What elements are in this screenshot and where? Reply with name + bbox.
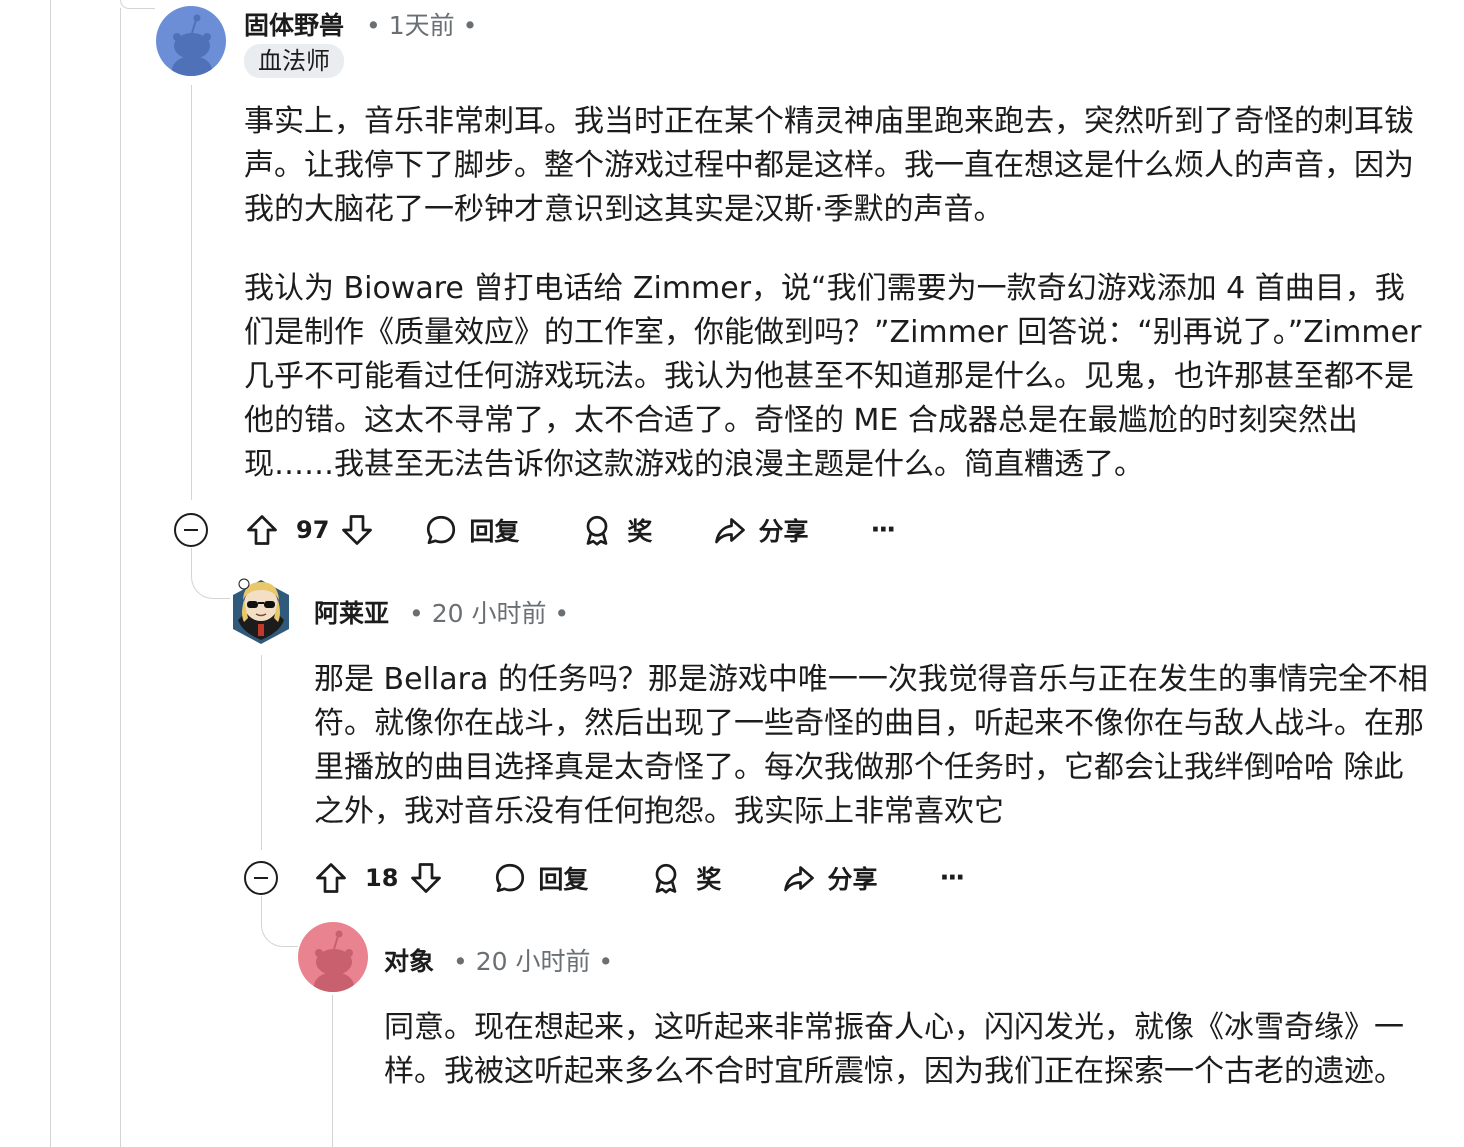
thread-line-comment1: [191, 85, 192, 500]
meta-dot: •: [598, 947, 614, 976]
comment-author[interactable]: 阿莱亚: [314, 594, 389, 630]
comment-paragraph: 我认为 Bioware 曾打电话给 Zimmer，说“我们需要为一款奇幻游戏添加…: [244, 271, 1422, 482]
collapse-button[interactable]: [244, 861, 278, 895]
comment-body: 事实上，音乐非常刺耳。我当时正在某个精灵神庙里跑来跑去，突然听到了奇怪的刺耳钹声…: [244, 100, 1429, 487]
avatar[interactable]: [298, 922, 368, 992]
comment-actions: 18 回复 奖 分享 ···: [313, 853, 965, 903]
meta-dot: •: [366, 11, 381, 40]
vote-count: 18: [365, 864, 399, 892]
share-button[interactable]: 分享: [781, 860, 877, 896]
snoo-avatar-icon: [233, 578, 289, 644]
snoo-avatar-icon: [314, 930, 354, 992]
comment-meta: • 1天前 •: [366, 6, 477, 42]
award-label: 奖: [627, 517, 653, 546]
reply-label: 回复: [469, 517, 520, 546]
downvote-icon: [342, 515, 373, 545]
thread-connector-3: [261, 896, 298, 947]
share-button[interactable]: 分享: [712, 512, 808, 548]
collapse-icon: [254, 877, 268, 879]
thread-connector-2: [191, 548, 230, 599]
upvote-button[interactable]: [244, 512, 280, 548]
more-options-button[interactable]: ···: [939, 863, 965, 893]
comment-paragraph: 事实上，音乐非常刺耳。我当时正在某个精灵神庙里跑来跑去，突然听到了奇怪的刺耳钹声…: [244, 104, 1414, 227]
more-icon: ···: [870, 515, 896, 545]
meta-dot: •: [453, 947, 468, 976]
comment-body: 那是 Bellara 的任务吗？那是游戏中唯一一次我觉得音乐与正在发生的事情完全…: [314, 658, 1429, 834]
avatar[interactable]: [156, 6, 226, 76]
comment-timestamp[interactable]: 20 小时前: [432, 599, 547, 628]
avatar[interactable]: [230, 574, 292, 646]
comment-timestamp[interactable]: 20 小时前: [476, 947, 591, 976]
comment-paragraph: 同意。现在想起来，这听起来非常振奋人心，闪闪发光，就像《冰雪奇缘》一样。我被这听…: [384, 1010, 1404, 1089]
upvote-button[interactable]: [313, 860, 349, 896]
thread-line-level1: [120, 8, 121, 1147]
comment-author[interactable]: 对象: [384, 942, 434, 978]
snoo-avatar-icon: [172, 14, 212, 76]
collapse-button[interactable]: [174, 513, 208, 547]
comment-meta: • 20 小时前 •: [453, 942, 613, 978]
reply-button[interactable]: 回复: [423, 512, 519, 548]
reply-label: 回复: [538, 865, 589, 894]
share-label: 分享: [827, 865, 878, 894]
reply-button[interactable]: 回复: [492, 860, 588, 896]
share-icon: [715, 518, 746, 544]
downvote-button[interactable]: [408, 860, 444, 896]
award-button[interactable]: 奖: [579, 512, 652, 548]
comment-timestamp[interactable]: 1天前: [389, 11, 455, 40]
upvote-icon: [247, 515, 277, 545]
upvote-icon: [316, 863, 346, 893]
comment-author[interactable]: 固体野兽: [244, 6, 344, 42]
downvote-icon: [411, 863, 442, 893]
comment-paragraph: 那是 Bellara 的任务吗？那是游戏中唯一一次我觉得音乐与正在发生的事情完全…: [314, 662, 1428, 829]
thread-line-outer: [50, 0, 51, 1147]
award-button[interactable]: 奖: [648, 860, 721, 896]
share-icon: [784, 866, 815, 892]
comment-actions: 97 回复 奖 分享 ···: [244, 505, 896, 555]
more-options-button[interactable]: ···: [870, 515, 896, 545]
thread-connector-top: [120, 0, 155, 9]
vote-count: 97: [296, 516, 330, 544]
thread-line-comment3: [332, 995, 333, 1147]
user-flair: 血法师: [244, 44, 344, 78]
award-label: 奖: [696, 865, 722, 894]
comment-body: 同意。现在想起来，这听起来非常振奋人心，闪闪发光，就像《冰雪奇缘》一样。我被这听…: [384, 1006, 1419, 1094]
comment-icon: [496, 863, 525, 893]
award-icon: [656, 863, 677, 894]
comment-meta: • 20 小时前 •: [409, 594, 569, 630]
award-icon: [587, 515, 608, 546]
comment-icon: [427, 515, 456, 545]
downvote-button[interactable]: [339, 512, 375, 548]
meta-dot: •: [554, 599, 570, 628]
meta-dot: •: [409, 599, 424, 628]
more-icon: ···: [939, 863, 965, 893]
collapse-icon: [184, 529, 198, 531]
thread-line-comment2: [261, 655, 262, 850]
share-label: 分享: [758, 517, 809, 546]
meta-dot: •: [462, 11, 478, 40]
